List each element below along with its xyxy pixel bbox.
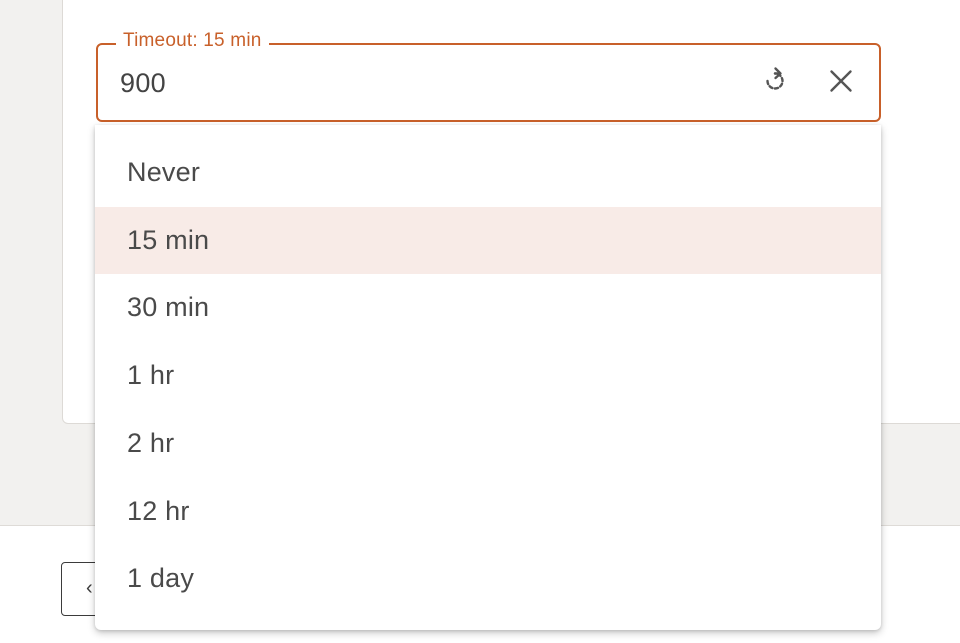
timeout-field-value[interactable]: 900	[120, 67, 166, 99]
option-15-min[interactable]: 15 min	[95, 207, 881, 274]
chevron-left-icon: ‹	[86, 577, 93, 599]
option-never[interactable]: Never	[95, 139, 881, 206]
option-12-hr[interactable]: 12 hr	[95, 478, 881, 545]
timeout-dropdown-menu: Never 15 min 30 min 1 hr 2 hr 12 hr 1 da…	[95, 125, 881, 630]
option-2-hr[interactable]: 2 hr	[95, 410, 881, 477]
option-1-hr[interactable]: 1 hr	[95, 342, 881, 409]
clear-button[interactable]	[824, 64, 858, 98]
reset-icon	[766, 67, 784, 90]
reset-button[interactable]	[758, 64, 792, 98]
timeout-field-label: Timeout: 15 min	[116, 30, 269, 52]
close-icon	[830, 70, 852, 92]
helper-text-faded	[128, 0, 688, 2]
option-30-min[interactable]: 30 min	[95, 274, 881, 341]
option-1-day[interactable]: 1 day	[95, 545, 881, 612]
